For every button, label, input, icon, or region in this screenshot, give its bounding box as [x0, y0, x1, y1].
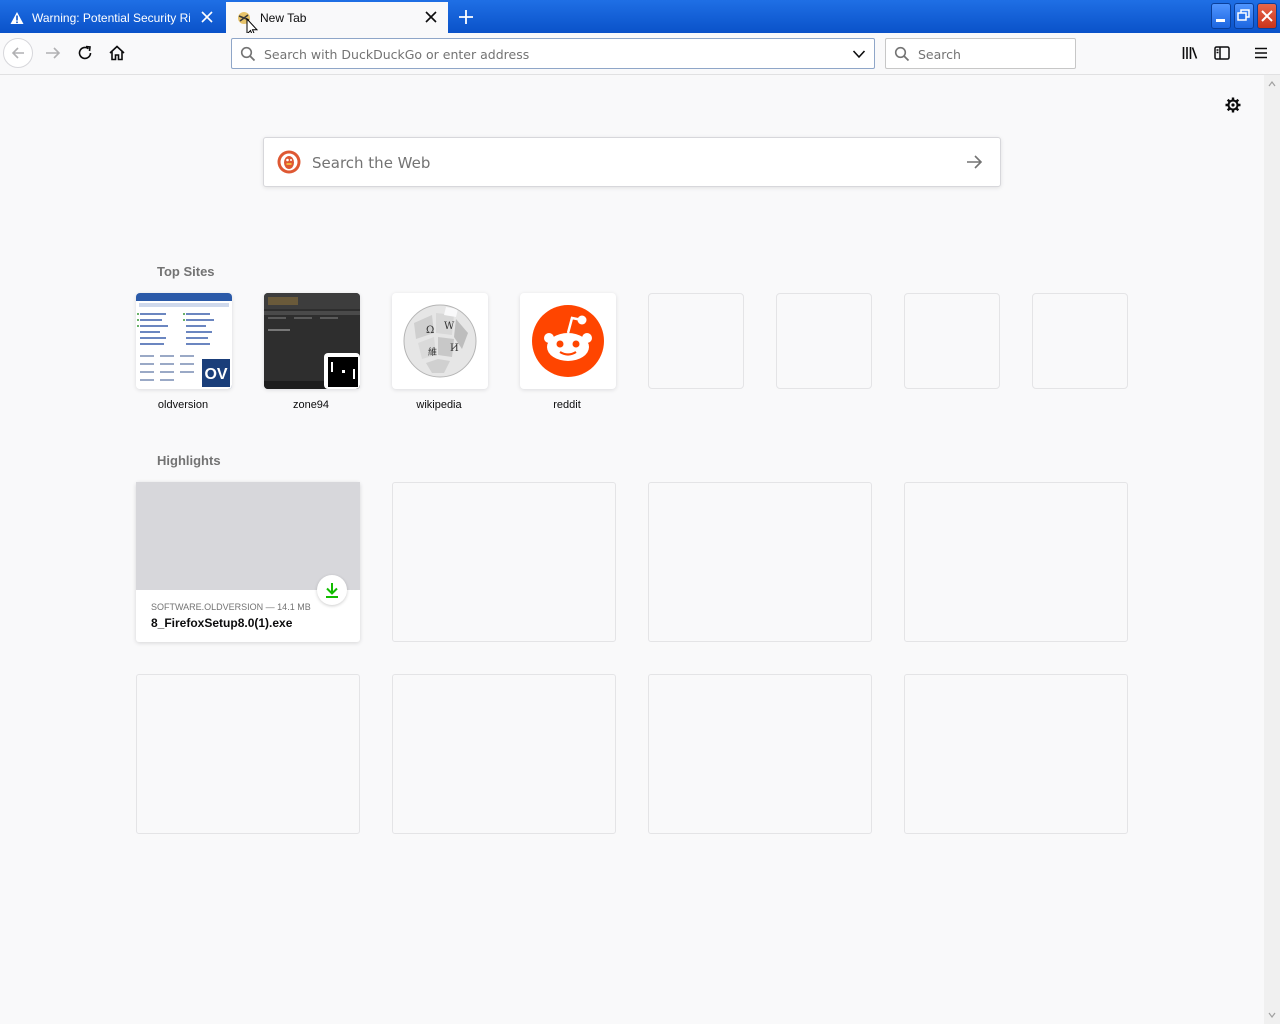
- highlight-placeholder: [136, 674, 360, 834]
- close-icon: [1261, 10, 1273, 22]
- highlights-heading: Highlights: [157, 453, 221, 468]
- top-site-oldversion[interactable]: OV: [136, 293, 232, 389]
- top-site-placeholder: [904, 293, 1000, 389]
- search-icon: [240, 46, 256, 62]
- oldversion-favicon: OV: [200, 357, 232, 389]
- reddit-logo-icon: [532, 305, 604, 377]
- top-site-label: oldversion: [157, 399, 209, 411]
- highlight-host: SOFTWARE.OLDVERSION — 14.1 MB: [151, 602, 311, 612]
- highlight-placeholder: [392, 482, 616, 642]
- new-tab-plus-icon[interactable]: [456, 7, 476, 27]
- back-button[interactable]: [3, 38, 33, 68]
- highlight-placeholder: [648, 482, 872, 642]
- top-site-reddit[interactable]: [520, 293, 616, 389]
- wikipedia-globe-icon: Ω W И 維: [403, 304, 477, 378]
- hamburger-menu-icon[interactable]: [1252, 44, 1270, 62]
- zone94-favicon: [324, 353, 360, 389]
- sidebar-icon[interactable]: [1213, 44, 1231, 62]
- gear-icon[interactable]: [1224, 96, 1242, 114]
- library-icon[interactable]: [1181, 44, 1199, 62]
- top-sites-heading: Top Sites: [157, 264, 215, 279]
- home-icon[interactable]: [108, 44, 126, 62]
- reload-icon[interactable]: [76, 44, 94, 62]
- top-site-wikipedia[interactable]: Ω W И 維: [392, 293, 488, 389]
- tab-security-warning[interactable]: Warning: Potential Security Risk Ahead: [0, 2, 224, 33]
- top-site-placeholder: [776, 293, 872, 389]
- top-site-label: zone94: [292, 399, 330, 411]
- download-badge: [317, 575, 347, 605]
- top-site-zone94[interactable]: [264, 293, 360, 389]
- address-input[interactable]: [262, 39, 846, 70]
- address-bar[interactable]: [231, 38, 875, 70]
- download-icon: [326, 583, 338, 598]
- tab-strip: Warning: Potential Security Risk Ahead N…: [0, 0, 1280, 38]
- highlight-card-download[interactable]: SOFTWARE.OLDVERSION — 14.1 MB 8_FirefoxS…: [136, 482, 360, 642]
- search-bar[interactable]: [885, 38, 1076, 70]
- scroll-down-icon[interactable]: [1268, 1011, 1276, 1019]
- top-site-placeholder: [1032, 293, 1128, 389]
- pong-icon: [328, 357, 358, 387]
- forward-arrow-icon[interactable]: [44, 44, 62, 62]
- tab-new-tab[interactable]: New Tab: [226, 2, 448, 33]
- search-icon: [894, 46, 910, 62]
- minimize-icon: [1216, 19, 1225, 22]
- duckduckgo-logo-icon: [277, 150, 301, 174]
- highlight-placeholder: [904, 674, 1128, 834]
- chevron-down-icon[interactable]: [852, 48, 866, 60]
- navigation-toolbar: [0, 33, 1280, 75]
- arrow-right-icon[interactable]: [964, 152, 984, 172]
- minimize-button[interactable]: [1211, 3, 1231, 29]
- top-site-placeholder: [648, 293, 744, 389]
- close-tab-icon[interactable]: [424, 10, 438, 24]
- close-tab-icon[interactable]: [200, 10, 214, 24]
- svg-text:Ω: Ω: [426, 325, 434, 336]
- web-search-box[interactable]: [263, 137, 1001, 188]
- highlight-title: 8_FirefoxSetup8.0(1).exe: [151, 616, 293, 630]
- restore-icon: [1237, 9, 1250, 21]
- vertical-scrollbar[interactable]: [1264, 75, 1280, 1024]
- highlight-thumbnail: [136, 482, 360, 590]
- svg-text:W: W: [444, 321, 455, 332]
- scroll-up-icon[interactable]: [1268, 80, 1276, 88]
- top-site-label: reddit: [553, 399, 581, 411]
- tab-title: New Tab: [260, 10, 307, 25]
- highlight-placeholder: [648, 674, 872, 834]
- restore-button[interactable]: [1234, 3, 1254, 29]
- warning-icon: [10, 11, 24, 24]
- highlight-placeholder: [392, 674, 616, 834]
- top-site-label: wikipedia: [416, 399, 462, 411]
- highlight-placeholder: [904, 482, 1128, 642]
- back-arrow-icon: [11, 47, 24, 59]
- close-window-button[interactable]: [1257, 3, 1277, 29]
- web-search-input[interactable]: [310, 138, 954, 188]
- tab-title: Warning: Potential Security Risk Ahead: [32, 10, 190, 25]
- svg-text:維: 維: [428, 346, 437, 358]
- search-input[interactable]: [916, 39, 1070, 70]
- new-tab-page: Top Sites OV oldversion: [0, 75, 1264, 1024]
- svg-text:И: И: [450, 343, 459, 354]
